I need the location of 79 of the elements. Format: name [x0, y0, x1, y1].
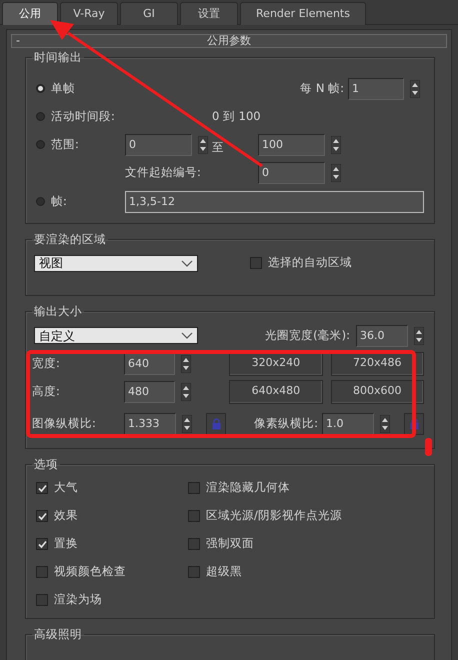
checkbox[interactable] — [36, 538, 48, 550]
number-field[interactable]: 1.333 — [124, 412, 176, 434]
checkbox-label: 区域光源/阴影视作点光源 — [206, 507, 342, 524]
checkbox[interactable] — [188, 482, 200, 494]
spinner-button[interactable] — [198, 136, 208, 154]
field-label: 至 — [212, 142, 224, 154]
checkbox[interactable] — [36, 566, 48, 578]
radio-button[interactable] — [36, 112, 45, 121]
tab[interactable]: GI — [120, 2, 178, 25]
field-label: 图像纵横比: — [32, 414, 97, 432]
spinner-button[interactable] — [331, 164, 341, 182]
checkbox-label: 渲染隐藏几何体 — [206, 479, 290, 496]
checkbox[interactable] — [188, 510, 200, 522]
radio-label: 范围: — [51, 136, 79, 153]
field-label: 宽度: — [32, 354, 61, 372]
tab[interactable]: Render Elements — [240, 2, 366, 25]
frames-field[interactable]: 1,3,5-12 — [125, 190, 424, 212]
collapse-toggle[interactable]: - — [16, 35, 20, 47]
checkbox[interactable] — [250, 257, 262, 269]
padlock-icon — [212, 418, 220, 430]
checkbox-label: 选择的自动区域 — [268, 254, 352, 272]
number-field[interactable]: 0 — [125, 134, 192, 156]
checkbox[interactable] — [36, 594, 48, 606]
dropdown[interactable]: 自定义 — [34, 327, 198, 344]
field-label: 像素纵横比: — [254, 414, 318, 432]
caret-icon — [181, 332, 193, 339]
rollout-title: 公用参数 — [207, 34, 251, 47]
tab[interactable]: V-Ray — [60, 2, 118, 25]
number-field[interactable]: 1 — [348, 78, 404, 100]
radio-label: 活动时间段: — [51, 108, 115, 125]
checkbox[interactable] — [36, 482, 48, 494]
caret-icon — [181, 260, 193, 266]
checkbox-label: 渲染为场 — [54, 591, 102, 608]
radio-button[interactable] — [36, 197, 45, 206]
field-label: 文件起始编号: — [125, 164, 202, 181]
checkbox-label: 大气 — [54, 479, 78, 496]
checkbox-label: 视频颜色检查 — [54, 563, 126, 580]
number-field[interactable]: 100 — [258, 134, 325, 156]
number-field[interactable]: 0 — [258, 162, 325, 184]
number-field[interactable]: 480 — [124, 380, 176, 402]
group-title: 输出大小 — [33, 306, 83, 318]
group-title: 选项 — [33, 458, 59, 470]
checkbox-label: 效果 — [54, 507, 78, 524]
checkbox[interactable] — [188, 538, 200, 550]
range-text: 0 到 100 — [212, 108, 261, 125]
tab[interactable]: 设置 — [180, 2, 238, 25]
preset-button[interactable]: 800x600 — [330, 380, 424, 404]
group-title: 要渲染的区域 — [33, 234, 107, 245]
radio-label: 帧: — [51, 192, 67, 210]
radio-button[interactable] — [36, 84, 45, 93]
checkbox-label: 超级黑 — [206, 563, 242, 580]
spinner-button[interactable] — [380, 414, 390, 432]
number-field[interactable]: 640 — [124, 352, 176, 374]
checkbox[interactable] — [36, 510, 48, 522]
spinner-button[interactable] — [181, 382, 192, 400]
spinner-button[interactable] — [182, 414, 192, 432]
rollout-header[interactable]: - 公用参数 — [11, 34, 447, 48]
padlock-icon — [410, 418, 418, 430]
annotation-mark — [425, 438, 432, 456]
tab[interactable]: 公用 — [2, 2, 58, 25]
number-field[interactable]: 36.0 — [356, 324, 408, 346]
field-label: 光圈宽度(毫米): — [265, 326, 350, 344]
field-label: 每 N 帧: — [300, 80, 344, 97]
preset-button[interactable]: 640x480 — [229, 380, 323, 404]
spinner-button[interactable] — [414, 326, 424, 344]
field-label: 高度: — [32, 382, 61, 400]
number-field[interactable]: 1.0 — [322, 412, 374, 434]
spinner-button[interactable] — [181, 354, 192, 372]
radio-label: 单帧 — [51, 80, 75, 97]
dropdown[interactable]: 视图 — [34, 254, 198, 272]
lock-button[interactable] — [206, 412, 226, 434]
radio-button[interactable] — [36, 140, 45, 149]
checkbox[interactable] — [188, 566, 200, 578]
spinner-button[interactable] — [331, 136, 341, 154]
group-title: 高级照明 — [33, 629, 83, 640]
spinner-button[interactable] — [410, 80, 420, 98]
checkbox-label: 强制双面 — [206, 535, 254, 552]
group-title: 时间输出 — [33, 52, 83, 64]
checkbox-label: 置换 — [54, 535, 78, 552]
